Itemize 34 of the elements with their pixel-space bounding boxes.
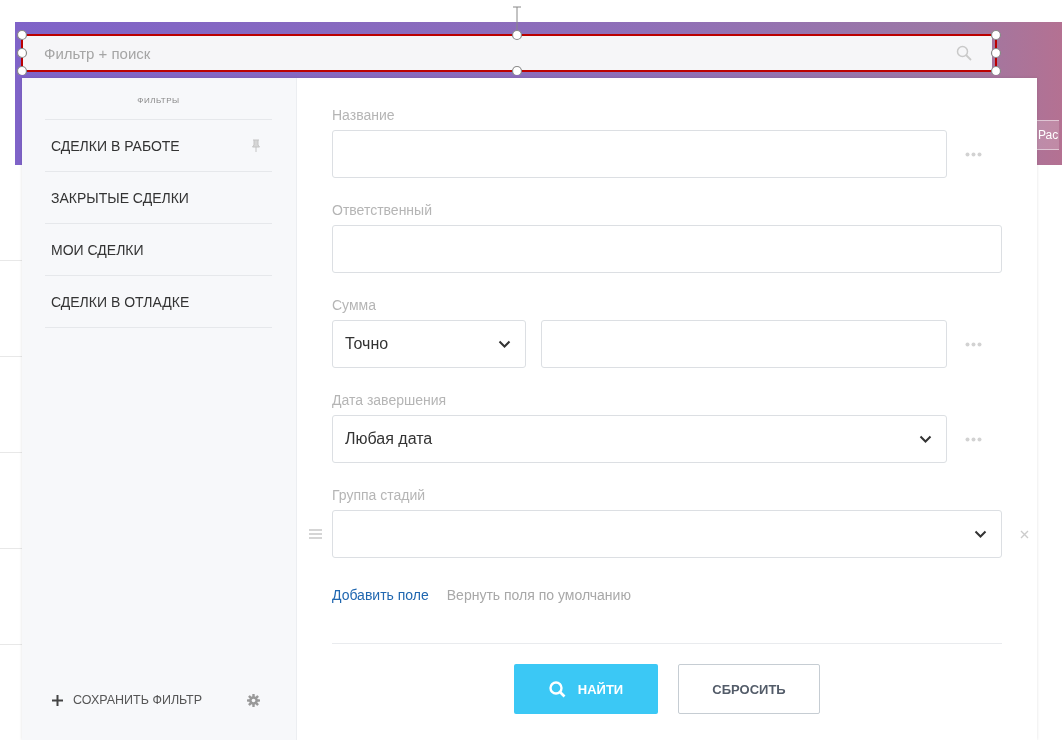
filter-preset[interactable]: СДЕЛКИ В ОТЛАДКЕ [45, 276, 272, 328]
filter-preset[interactable]: ЗАКРЫТЫЕ СДЕЛКИ [45, 172, 272, 224]
filter-preset[interactable]: МОИ СДЕЛКИ [45, 224, 272, 276]
text-field[interactable] [541, 320, 947, 368]
dropdown[interactable] [332, 510, 1002, 558]
more-icon[interactable] [965, 436, 982, 442]
field-label: Дата завершения [332, 391, 448, 410]
plus-icon [51, 693, 64, 707]
dropdown[interactable]: Любая дата [332, 415, 947, 463]
pin-icon[interactable] [252, 139, 260, 152]
add-field-link[interactable]: Добавить поле [332, 587, 429, 603]
text-field[interactable] [332, 130, 947, 178]
field-label: Ответственный [332, 201, 433, 220]
dropdown[interactable]: Точно [332, 320, 526, 368]
close-icon[interactable] [1020, 529, 1029, 539]
more-icon[interactable] [965, 341, 982, 347]
more-icon[interactable] [965, 151, 982, 157]
search-icon [548, 680, 566, 698]
reset-button[interactable]: СБРОСИТЬ [678, 664, 820, 714]
sidebar-title: ФИЛЬТРЫ [45, 78, 272, 120]
drag-handle-icon[interactable] [309, 529, 322, 539]
chevron-down-icon [498, 340, 511, 348]
chevron-down-icon [919, 435, 932, 443]
text-field[interactable] [332, 225, 1002, 273]
chevron-down-icon [974, 530, 987, 538]
field-label: Сумма [332, 296, 377, 315]
search-field[interactable]: Фильтр + поиск [22, 35, 992, 71]
search-input[interactable]: Фильтр + поиск [42, 43, 956, 63]
save-filter-button[interactable]: СОХРАНИТЬ ФИЛЬТР [51, 693, 203, 707]
field-label: Группа стадий [332, 486, 427, 505]
search-icon [956, 45, 972, 61]
field-label: Название [332, 106, 396, 125]
settings-icon[interactable] [247, 693, 260, 707]
filter-preset[interactable]: СДЕЛКИ В РАБОТЕ [45, 120, 272, 172]
